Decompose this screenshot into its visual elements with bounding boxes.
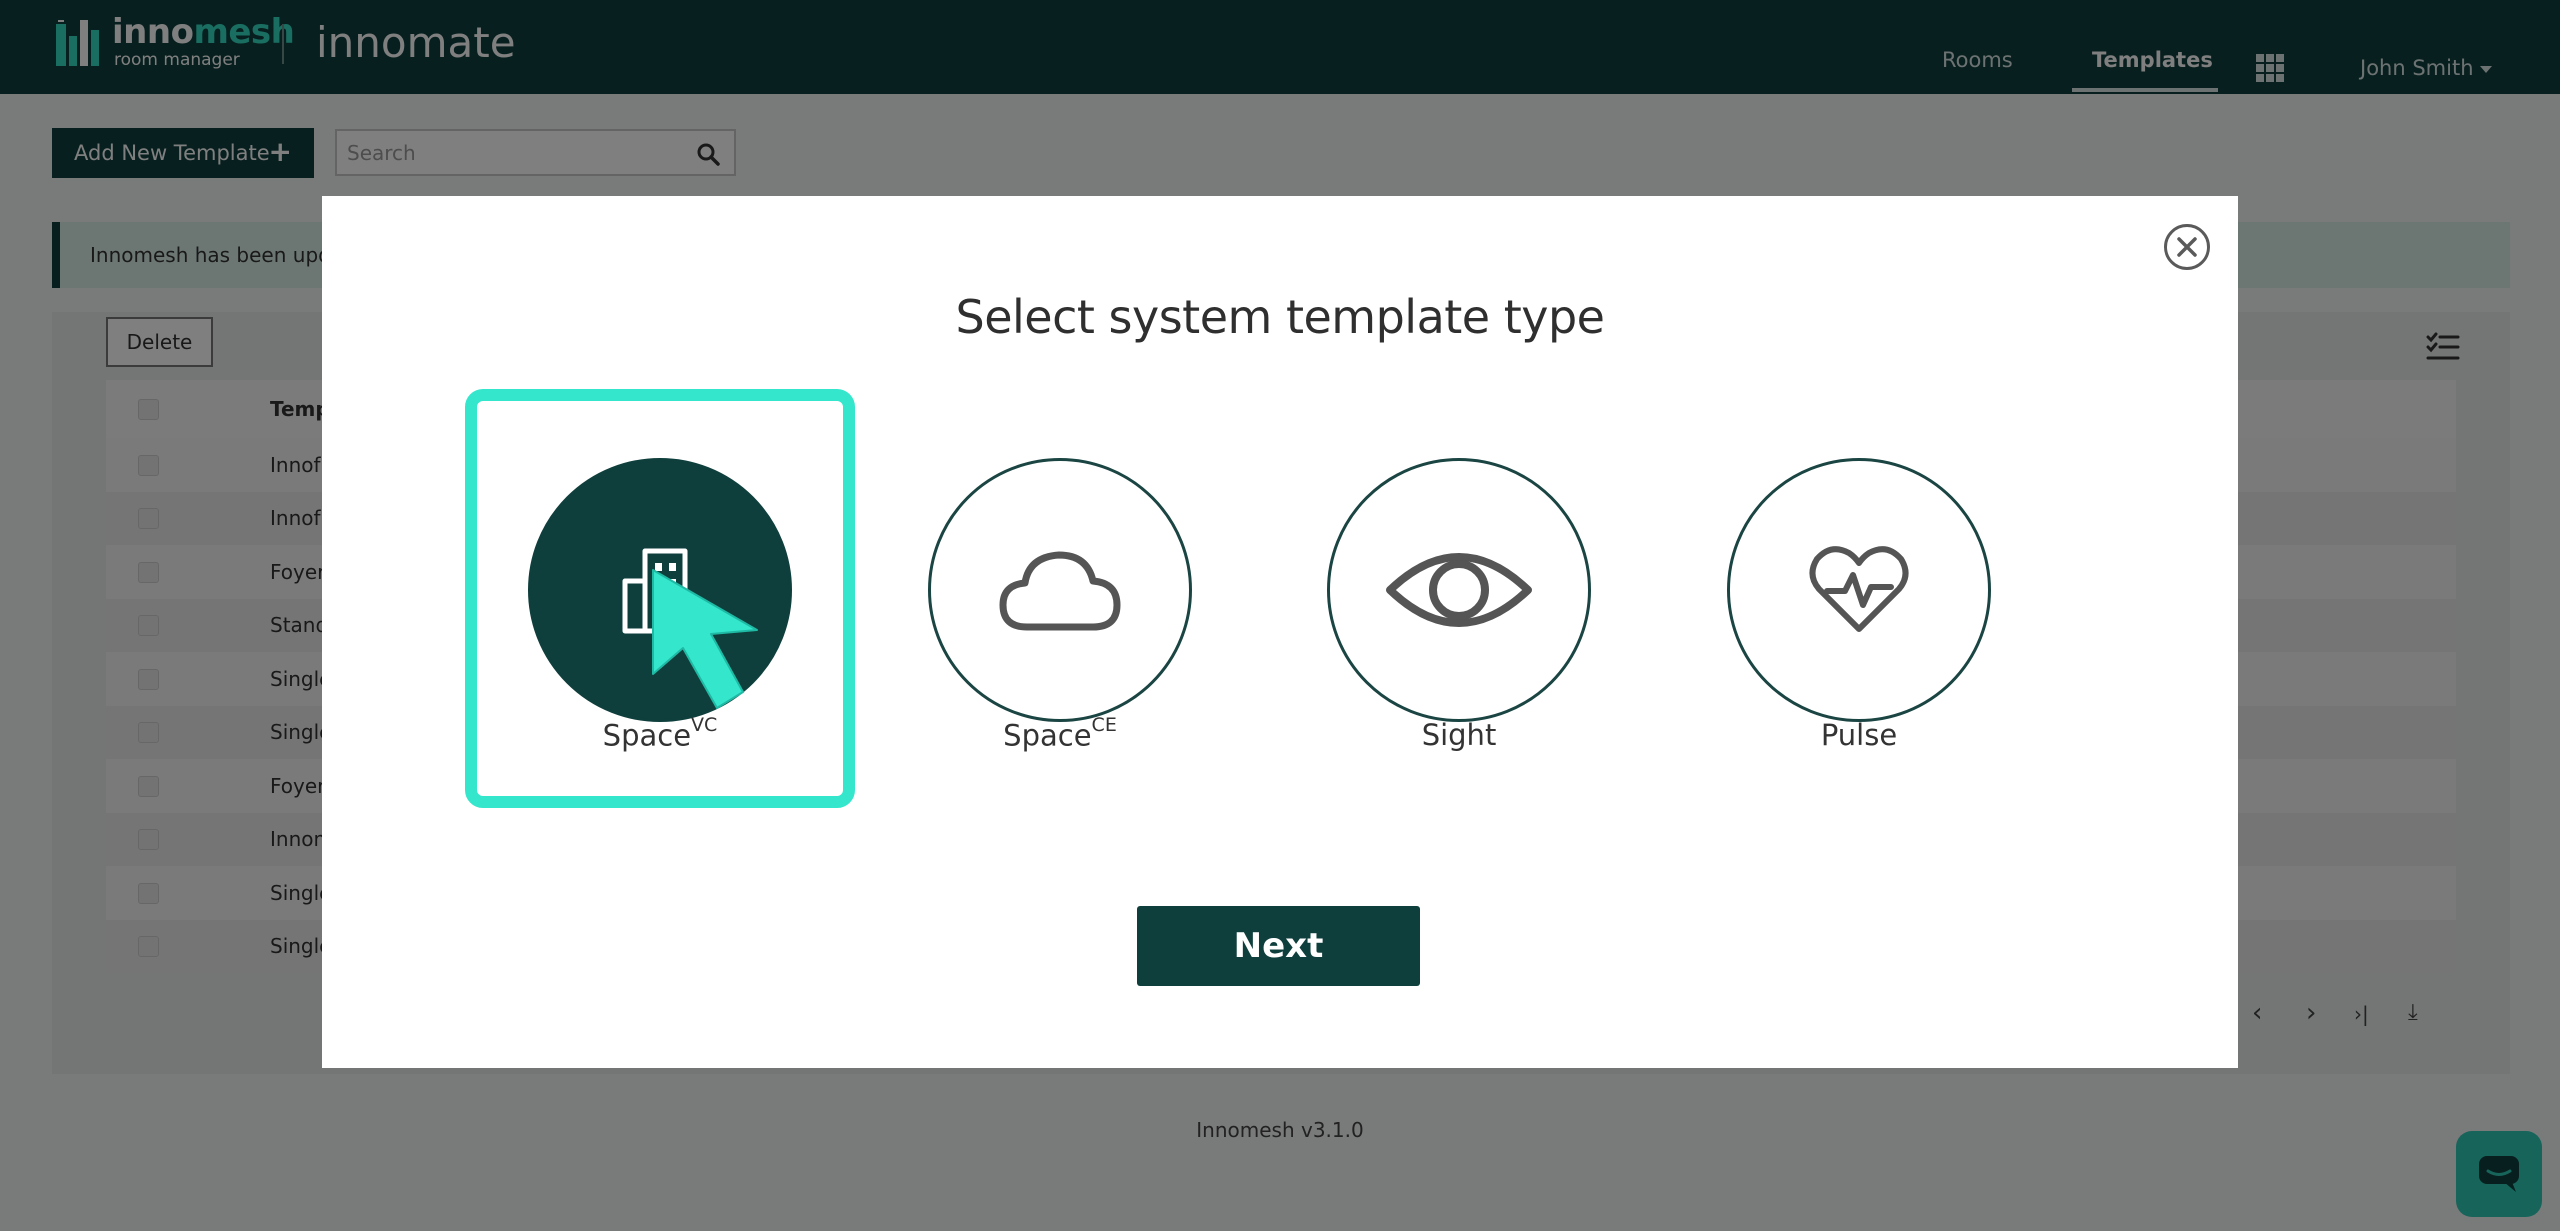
modal-title: Select system template type xyxy=(955,290,1606,344)
option-circle xyxy=(1327,458,1591,722)
pointer-cursor-icon xyxy=(652,569,758,709)
option-sight[interactable]: Sight xyxy=(1327,458,1591,758)
option-label: SpaceCE xyxy=(1003,714,1117,753)
option-circle xyxy=(928,458,1192,722)
close-modal-button[interactable] xyxy=(2164,224,2210,270)
heart-pulse-icon xyxy=(1809,546,1909,632)
option-label: Pulse xyxy=(1820,718,1898,752)
eye-icon xyxy=(1386,553,1532,627)
close-icon xyxy=(2177,237,2197,257)
option-label: Sight xyxy=(1421,718,1497,752)
option-circle xyxy=(1727,458,1991,722)
option-pulse[interactable]: Pulse xyxy=(1727,458,1991,758)
option-space-ce[interactable]: SpaceCE xyxy=(928,458,1192,758)
template-type-modal: Select system template type SpaceVC Spac… xyxy=(322,196,2238,1068)
next-button[interactable]: Next xyxy=(1137,906,1420,986)
cloud-icon xyxy=(999,551,1121,631)
